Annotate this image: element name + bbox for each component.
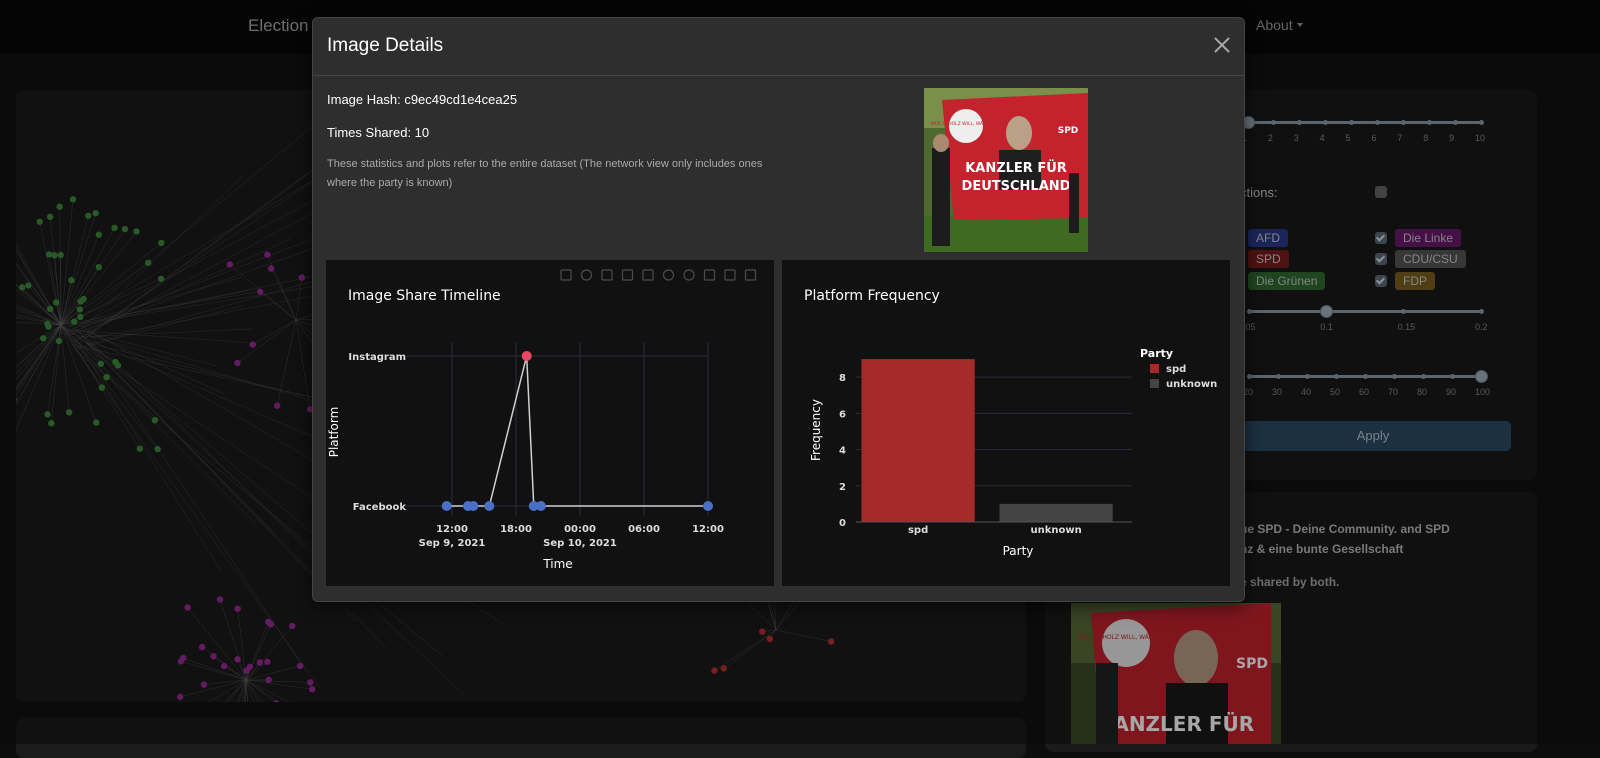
y-tick-label: 4 <box>839 446 846 457</box>
timeline-plot[interactable]: Facebook Instagram 12:00 Sep 9, 2021 18:00 00… <box>326 260 774 586</box>
y-tick-label: 2 <box>839 482 846 493</box>
timeline-point <box>522 351 532 361</box>
bar-spd <box>862 359 975 522</box>
x-axis-title: Party <box>1003 544 1034 558</box>
frequency-chart[interactable]: 0 2 4 6 8 spd unknown Party Frequency Party spd unk… <box>782 260 1230 586</box>
timeline-point <box>536 501 546 511</box>
timeline-line <box>447 356 708 506</box>
plotly-logo-icon <box>746 270 756 280</box>
y-tick-label: 8 <box>839 373 846 384</box>
y-tick-label: 0 <box>839 518 846 529</box>
sticker-text: WER SCHOLZ WILL, WÄHLT SPD <box>930 120 1002 127</box>
image-hash: Image Hash: c9ec49cd1e4cea25 <box>327 92 517 107</box>
legend-title: Party <box>1140 347 1173 360</box>
x-axis-title: Time <box>542 557 572 571</box>
timeline-point <box>484 501 494 511</box>
x-tick-label: 00:00 <box>564 524 596 535</box>
y-axis-title: Frequency <box>809 399 823 461</box>
legend-label: unknown <box>1166 379 1217 390</box>
x-tick-label: spd <box>908 525 928 536</box>
lasso-icon <box>643 270 653 280</box>
bar-unknown <box>1000 504 1113 522</box>
spd-corner-label: SPD <box>1058 126 1079 136</box>
times-shared: Times Shared: 10 <box>327 125 429 140</box>
timeline-point <box>442 501 452 511</box>
x-tick-date-label: Sep 9, 2021 <box>419 538 486 549</box>
modal-header: Image Details <box>313 18 1244 76</box>
legend-swatch <box>1150 364 1159 373</box>
zoom-out-icon <box>684 270 694 280</box>
y-tick-label: Facebook <box>353 502 407 513</box>
dataset-note: These statistics and plots refer to the … <box>327 155 777 193</box>
zoom-icon <box>582 270 592 280</box>
x-tick-label: 06:00 <box>628 524 660 535</box>
close-icon[interactable] <box>1213 36 1231 54</box>
legend-swatch <box>1150 379 1159 388</box>
shared-image: WER SCHOLZ WILL, WÄHLT SPD SPD KANZLER F… <box>924 88 1088 252</box>
plot-modebar <box>561 270 756 280</box>
timeline-point <box>468 501 478 511</box>
timeline-title: Image Share Timeline <box>348 288 501 304</box>
x-tick-label: 12:00 <box>692 524 724 535</box>
box-select-icon <box>623 270 633 280</box>
modal-title: Image Details <box>327 35 443 57</box>
autoscale-icon <box>705 270 715 280</box>
y-axis-title: Platform <box>327 407 341 458</box>
legend-label: spd <box>1166 364 1186 375</box>
poster-headline-2: DEUTSCHLAND <box>962 179 1071 194</box>
x-tick-date-label: Sep 10, 2021 <box>543 538 617 549</box>
y-tick-label: 6 <box>839 409 846 420</box>
x-tick-label: unknown <box>1030 525 1081 536</box>
timeline-chart[interactable]: Facebook Instagram 12:00 Sep 9, 2021 18:00 00… <box>326 260 774 586</box>
image-details-modal: Image Details Image Hash: c9ec49cd1e4cea… <box>312 17 1245 602</box>
home-icon <box>725 270 735 280</box>
camera-icon <box>561 270 571 280</box>
frequency-plot[interactable]: 0 2 4 6 8 spd unknown Party Frequency Party spd unk… <box>782 260 1230 586</box>
y-tick-label: Instagram <box>348 352 406 363</box>
zoom-in-icon <box>664 270 674 280</box>
pan-icon <box>602 270 612 280</box>
frequency-title: Platform Frequency <box>804 288 940 304</box>
timeline-point <box>703 501 713 511</box>
x-tick-label: 18:00 <box>500 524 532 535</box>
poster-headline-1: KANZLER FÜR <box>965 160 1067 176</box>
x-tick-label: 12:00 <box>436 524 468 535</box>
